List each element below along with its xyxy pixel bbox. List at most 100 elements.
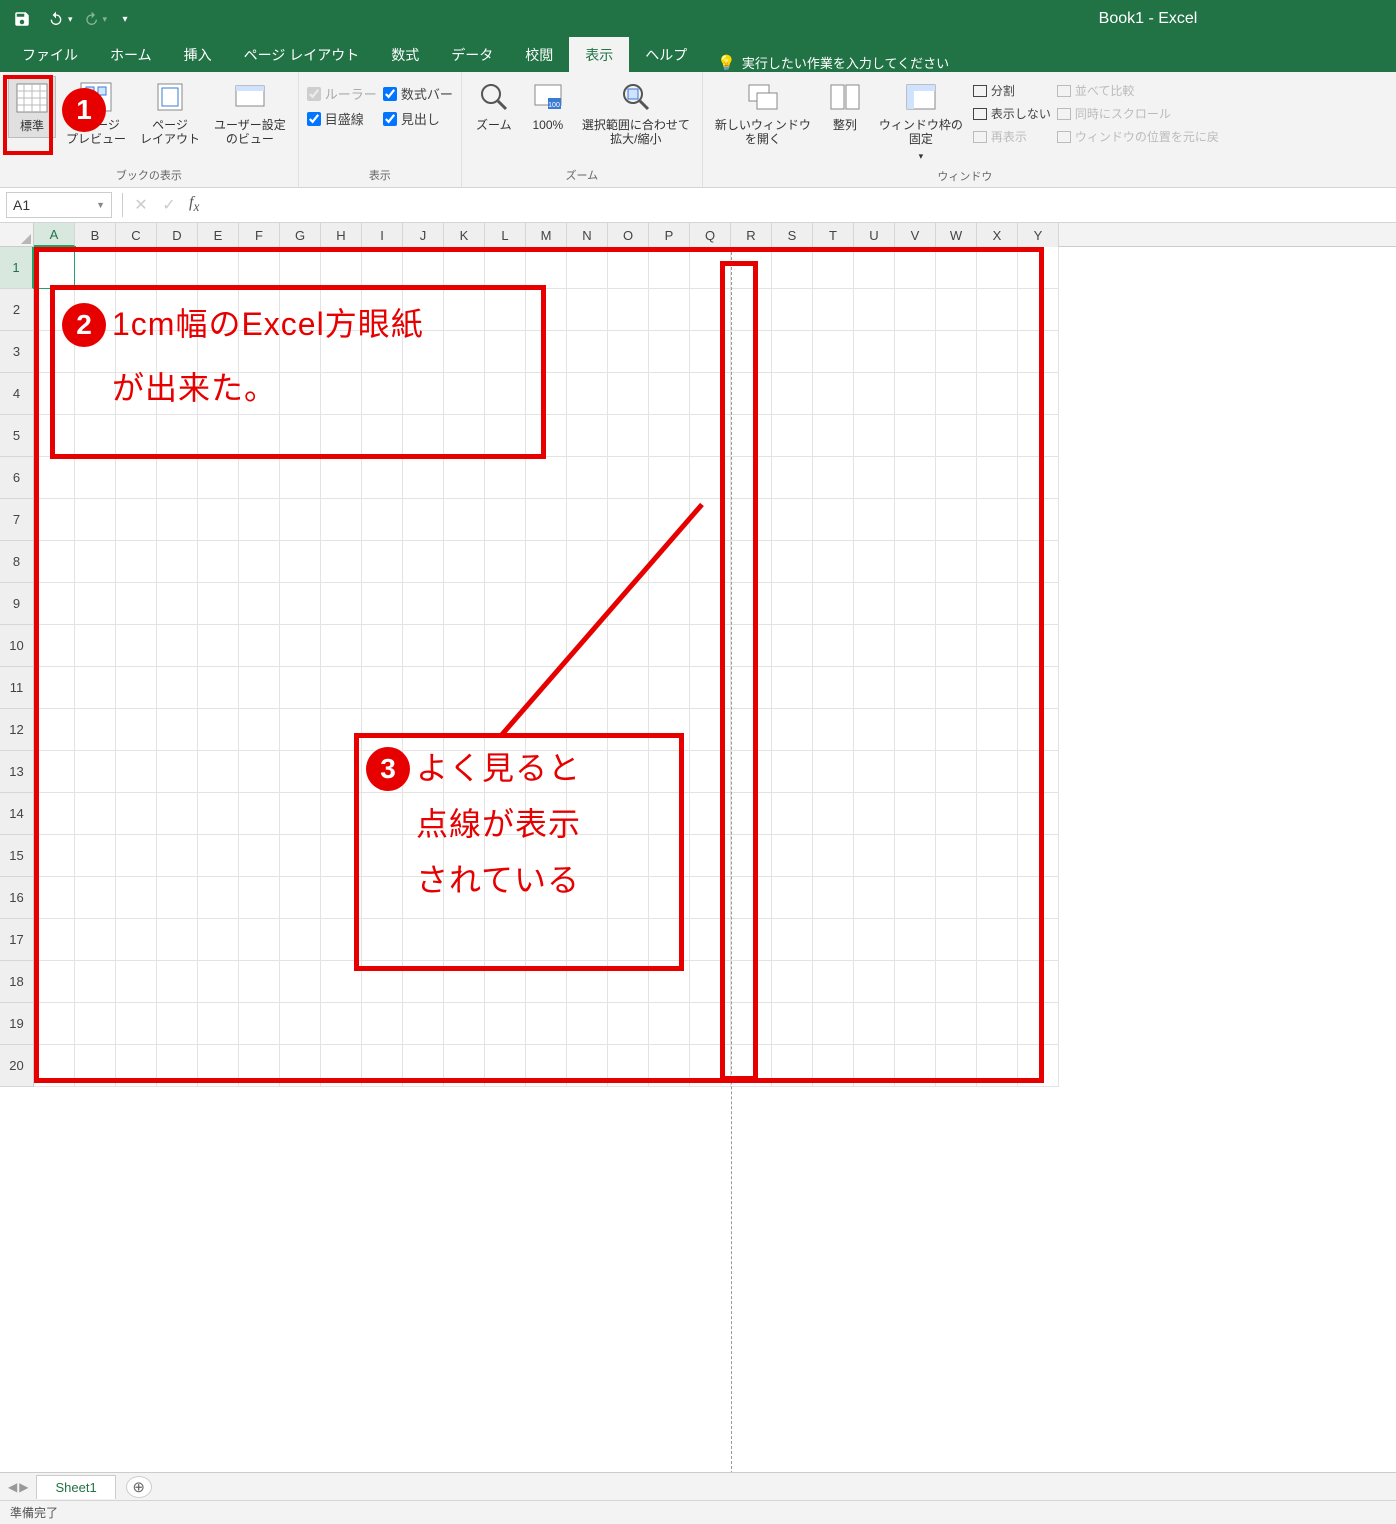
- column-header-K[interactable]: K: [444, 223, 485, 247]
- cell-R20[interactable]: [731, 1045, 772, 1087]
- cell-G17[interactable]: [280, 919, 321, 961]
- cell-I8[interactable]: [362, 541, 403, 583]
- cell-L13[interactable]: [485, 751, 526, 793]
- cell-A2[interactable]: [34, 289, 75, 331]
- cell-G2[interactable]: [280, 289, 321, 331]
- cell-A12[interactable]: [34, 709, 75, 751]
- cell-B20[interactable]: [75, 1045, 116, 1087]
- cell-F13[interactable]: [239, 751, 280, 793]
- column-header-G[interactable]: G: [280, 223, 321, 247]
- cell-V10[interactable]: [895, 625, 936, 667]
- cell-V8[interactable]: [895, 541, 936, 583]
- cell-Y17[interactable]: [1018, 919, 1059, 961]
- cell-U3[interactable]: [854, 331, 895, 373]
- cell-P11[interactable]: [649, 667, 690, 709]
- cell-R5[interactable]: [731, 415, 772, 457]
- cell-X10[interactable]: [977, 625, 1018, 667]
- cell-D13[interactable]: [157, 751, 198, 793]
- cell-G5[interactable]: [280, 415, 321, 457]
- cell-R18[interactable]: [731, 961, 772, 1003]
- tab-data[interactable]: データ: [435, 37, 509, 72]
- cell-W8[interactable]: [936, 541, 977, 583]
- cell-G20[interactable]: [280, 1045, 321, 1087]
- cell-J3[interactable]: [403, 331, 444, 373]
- cell-E9[interactable]: [198, 583, 239, 625]
- cell-K2[interactable]: [444, 289, 485, 331]
- row-header-10[interactable]: 10: [0, 625, 34, 667]
- cell-C18[interactable]: [116, 961, 157, 1003]
- cell-B15[interactable]: [75, 835, 116, 877]
- fx-icon[interactable]: fx: [183, 194, 205, 215]
- cell-Q7[interactable]: [690, 499, 731, 541]
- cell-T10[interactable]: [813, 625, 854, 667]
- cell-J19[interactable]: [403, 1003, 444, 1045]
- cell-J20[interactable]: [403, 1045, 444, 1087]
- cell-S5[interactable]: [772, 415, 813, 457]
- cell-M19[interactable]: [526, 1003, 567, 1045]
- sheet-nav-next-icon[interactable]: ▶: [19, 1480, 28, 1494]
- row-header-19[interactable]: 19: [0, 1003, 34, 1045]
- cell-H18[interactable]: [321, 961, 362, 1003]
- cell-P10[interactable]: [649, 625, 690, 667]
- cell-F4[interactable]: [239, 373, 280, 415]
- cell-X16[interactable]: [977, 877, 1018, 919]
- save-button[interactable]: [6, 4, 38, 34]
- cell-F5[interactable]: [239, 415, 280, 457]
- cell-V1[interactable]: [895, 247, 936, 289]
- cell-D5[interactable]: [157, 415, 198, 457]
- cell-J7[interactable]: [403, 499, 444, 541]
- cell-X12[interactable]: [977, 709, 1018, 751]
- cell-D2[interactable]: [157, 289, 198, 331]
- cell-I12[interactable]: [362, 709, 403, 751]
- cell-L10[interactable]: [485, 625, 526, 667]
- cell-X8[interactable]: [977, 541, 1018, 583]
- cell-A13[interactable]: [34, 751, 75, 793]
- cell-S10[interactable]: [772, 625, 813, 667]
- cell-I15[interactable]: [362, 835, 403, 877]
- cell-N4[interactable]: [567, 373, 608, 415]
- cell-W1[interactable]: [936, 247, 977, 289]
- cell-Y19[interactable]: [1018, 1003, 1059, 1045]
- cell-E10[interactable]: [198, 625, 239, 667]
- cell-A6[interactable]: [34, 457, 75, 499]
- cell-S1[interactable]: [772, 247, 813, 289]
- cell-H15[interactable]: [321, 835, 362, 877]
- cell-O3[interactable]: [608, 331, 649, 373]
- cell-Q13[interactable]: [690, 751, 731, 793]
- cell-U1[interactable]: [854, 247, 895, 289]
- cell-V16[interactable]: [895, 877, 936, 919]
- cell-A3[interactable]: [34, 331, 75, 373]
- cell-N14[interactable]: [567, 793, 608, 835]
- formula-input[interactable]: [205, 192, 1396, 218]
- cell-J15[interactable]: [403, 835, 444, 877]
- view-normal-button[interactable]: 標準: [8, 76, 56, 138]
- cell-M11[interactable]: [526, 667, 567, 709]
- cell-Q16[interactable]: [690, 877, 731, 919]
- cell-K14[interactable]: [444, 793, 485, 835]
- cell-O18[interactable]: [608, 961, 649, 1003]
- cell-D12[interactable]: [157, 709, 198, 751]
- cell-V9[interactable]: [895, 583, 936, 625]
- column-header-R[interactable]: R: [731, 223, 772, 247]
- cell-U13[interactable]: [854, 751, 895, 793]
- cell-X1[interactable]: [977, 247, 1018, 289]
- cell-T5[interactable]: [813, 415, 854, 457]
- cell-E18[interactable]: [198, 961, 239, 1003]
- cell-A19[interactable]: [34, 1003, 75, 1045]
- cell-J11[interactable]: [403, 667, 444, 709]
- cell-B3[interactable]: [75, 331, 116, 373]
- cell-R1[interactable]: [731, 247, 772, 289]
- cell-Q2[interactable]: [690, 289, 731, 331]
- column-header-Y[interactable]: Y: [1018, 223, 1059, 247]
- cell-I11[interactable]: [362, 667, 403, 709]
- cell-K11[interactable]: [444, 667, 485, 709]
- cell-Q8[interactable]: [690, 541, 731, 583]
- cell-J18[interactable]: [403, 961, 444, 1003]
- cell-R2[interactable]: [731, 289, 772, 331]
- cell-P3[interactable]: [649, 331, 690, 373]
- cell-I6[interactable]: [362, 457, 403, 499]
- cell-B19[interactable]: [75, 1003, 116, 1045]
- cell-D15[interactable]: [157, 835, 198, 877]
- cell-X6[interactable]: [977, 457, 1018, 499]
- cell-B18[interactable]: [75, 961, 116, 1003]
